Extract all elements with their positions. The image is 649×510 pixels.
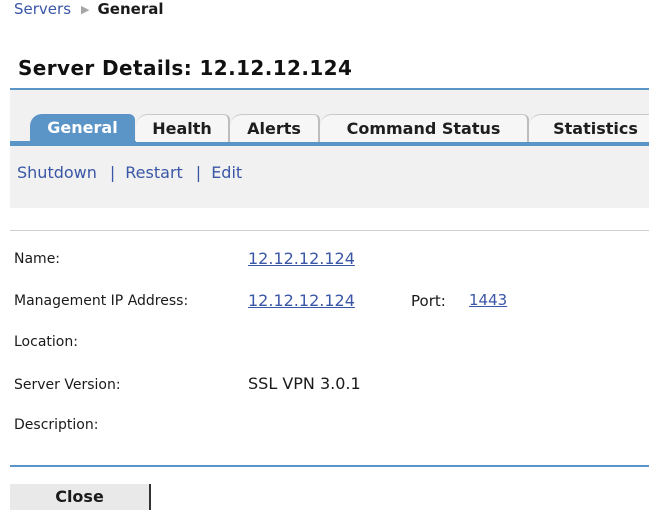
port-label: Port:: [411, 292, 446, 310]
action-separator: |: [109, 163, 116, 182]
action-separator: |: [195, 163, 202, 182]
breadcrumb: Servers ▶ General: [14, 0, 163, 22]
action-links: Shutdown | Restart | Edit: [17, 163, 242, 182]
description-label: Description:: [14, 417, 99, 433]
page-title: Server Details: 12.12.12.124: [18, 56, 353, 80]
breadcrumb-current: General: [97, 0, 164, 18]
restart-link[interactable]: Restart: [125, 163, 183, 182]
breadcrumb-servers-link[interactable]: Servers: [14, 0, 71, 18]
tab-bar: Statistics Command Status Alerts Health …: [10, 90, 649, 146]
name-label: Name:: [14, 251, 61, 267]
port-value-link[interactable]: 1443: [469, 291, 507, 309]
action-bar-divider: [10, 230, 649, 231]
name-value-link[interactable]: 12.12.12.124: [248, 249, 355, 268]
action-bar: Shutdown | Restart | Edit: [10, 146, 649, 208]
management-ip-label: Management IP Address:: [14, 293, 189, 309]
tab-general[interactable]: General: [30, 114, 135, 142]
triangle-right-icon: ▶: [81, 3, 90, 16]
server-version-value: SSL VPN 3.0.1: [248, 374, 361, 393]
footer-divider: [10, 465, 649, 467]
management-ip-link[interactable]: 12.12.12.124: [248, 291, 355, 310]
tab-command-status[interactable]: Command Status: [320, 114, 529, 142]
shutdown-link[interactable]: Shutdown: [17, 163, 97, 182]
tab-health[interactable]: Health: [136, 114, 230, 142]
edit-link[interactable]: Edit: [211, 163, 242, 182]
location-label: Location:: [14, 334, 78, 350]
tab-alerts[interactable]: Alerts: [230, 114, 320, 142]
tab-statistics[interactable]: Statistics: [529, 114, 649, 142]
server-version-label: Server Version:: [14, 377, 121, 393]
close-button[interactable]: Close: [10, 484, 151, 510]
